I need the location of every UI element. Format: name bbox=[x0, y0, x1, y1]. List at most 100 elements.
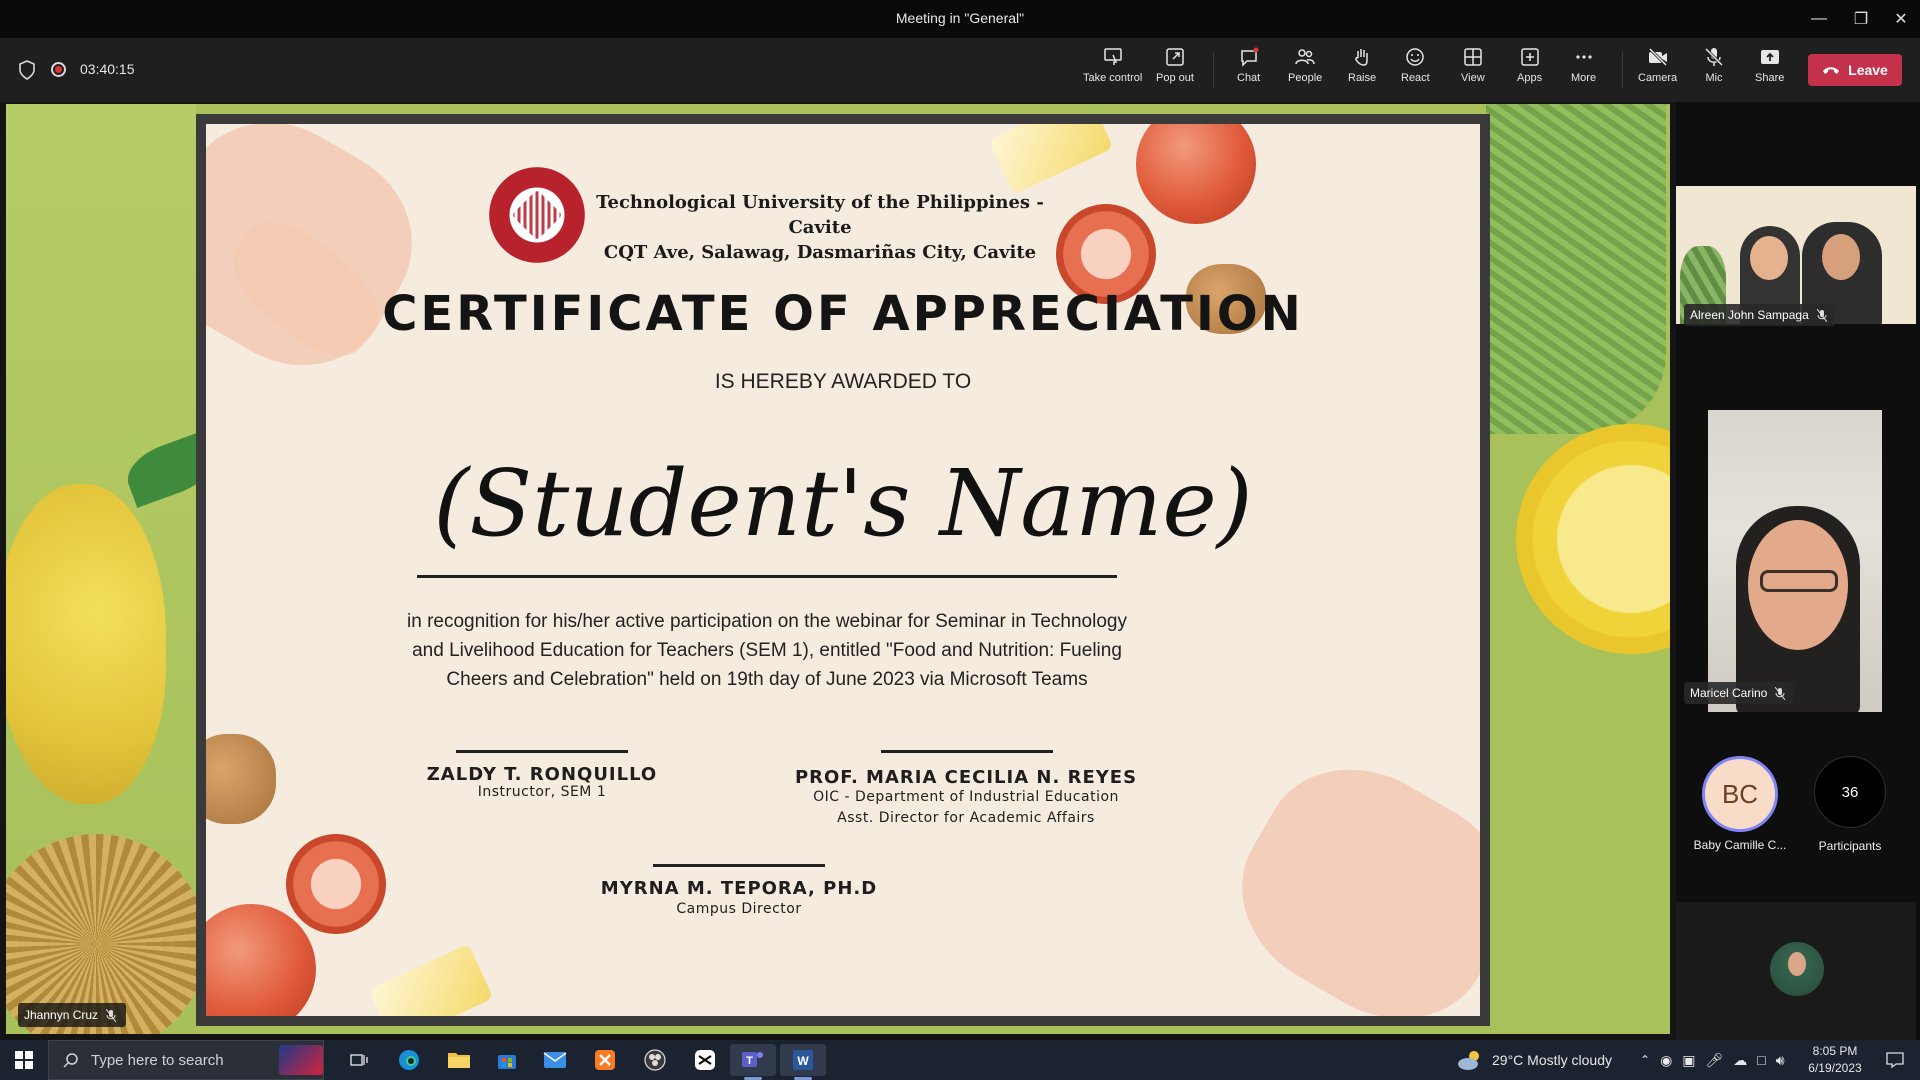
certificate-frame: Technological University of the Philippi… bbox=[196, 114, 1490, 1026]
search-highlight-icon bbox=[279, 1045, 323, 1075]
presenter-name-tag: Jhannyn Cruz bbox=[18, 1003, 127, 1027]
participant-avatar[interactable]: BC bbox=[1702, 756, 1778, 832]
cucumber-illustration bbox=[1486, 104, 1666, 434]
word-icon: W bbox=[793, 1050, 813, 1070]
signatory-role: Instructor, SEM 1 bbox=[477, 784, 607, 800]
clock-time: 8:05 PM bbox=[1812, 1044, 1858, 1058]
people-label: People bbox=[1288, 72, 1323, 84]
signatory-role: OIC - Department of Industrial Education bbox=[813, 789, 1119, 805]
phone-hangup-icon bbox=[1823, 67, 1840, 74]
taskbar-search-box[interactable]: Type here to search bbox=[48, 1040, 324, 1080]
share-button[interactable]: Share bbox=[1755, 46, 1784, 98]
chevron-up-icon[interactable]: ⌃ bbox=[1640, 1053, 1650, 1067]
pop-out-button[interactable]: Pop out bbox=[1156, 46, 1194, 98]
raise-label: Raise bbox=[1348, 72, 1377, 84]
pop-out-icon bbox=[1166, 48, 1184, 66]
edge-icon bbox=[399, 1050, 419, 1070]
share-label: Share bbox=[1755, 72, 1785, 84]
participant-video-tile[interactable] bbox=[1708, 410, 1882, 712]
recognition-line: in recognition for his/her active partic… bbox=[407, 611, 1127, 632]
microphone-icon[interactable]: 🎤︎ bbox=[1706, 1052, 1724, 1069]
volume-icon[interactable]: 🔊︎ bbox=[1776, 1052, 1785, 1069]
chat-button[interactable]: Chat bbox=[1237, 46, 1260, 98]
apps-button[interactable]: Apps bbox=[1517, 46, 1542, 98]
task-view-button[interactable] bbox=[336, 1044, 382, 1076]
onedrive-icon[interactable]: ☁ bbox=[1733, 1052, 1747, 1069]
more-button[interactable]: More bbox=[1571, 46, 1596, 98]
camera-button[interactable]: Camera bbox=[1638, 46, 1677, 98]
chat-label: Chat bbox=[1237, 72, 1261, 84]
take-control-icon bbox=[1103, 48, 1122, 65]
capcut-button[interactable] bbox=[682, 1044, 728, 1076]
mail-button[interactable] bbox=[532, 1044, 578, 1076]
react-label: React bbox=[1401, 72, 1430, 84]
name-underline bbox=[417, 575, 1117, 578]
signatory-name: MYRNA M. TEPORA, PH.D bbox=[600, 878, 878, 899]
view-icon bbox=[1464, 48, 1482, 66]
weather-cloudy-icon bbox=[1458, 1051, 1479, 1070]
record-icon[interactable]: ◉ bbox=[1660, 1052, 1672, 1069]
apps-icon bbox=[1520, 48, 1539, 66]
signature-line bbox=[456, 750, 628, 753]
cheese-illustration bbox=[988, 124, 1114, 195]
toolbar-divider bbox=[1213, 52, 1214, 88]
system-tray: ⌃ ◉ ▣ 🎤︎ ☁ □ 🔊︎ bbox=[1640, 1040, 1785, 1080]
recording-icon bbox=[51, 62, 66, 77]
store-button[interactable] bbox=[484, 1044, 530, 1076]
minimize-button[interactable]: — bbox=[1796, 0, 1842, 38]
view-button[interactable]: View bbox=[1461, 46, 1485, 98]
taskbar-clock[interactable]: 8:05 PM 6/19/2023 bbox=[1800, 1043, 1870, 1077]
participant-name-tag: Maricel Carino bbox=[1684, 682, 1794, 704]
signatory-name: PROF. MARIA CECILIA N. REYES bbox=[794, 767, 1138, 788]
camera-off-icon bbox=[1648, 47, 1667, 67]
weather-text: 29°C Mostly cloudy bbox=[1492, 1052, 1612, 1068]
participant-name-tag: Alreen John Sampaga bbox=[1684, 304, 1835, 326]
certificate: Technological University of the Philippi… bbox=[206, 124, 1480, 1016]
participants-panel: Alreen John Sampaga Maricel Carino BC Ba… bbox=[1676, 102, 1920, 1040]
edge-button[interactable] bbox=[386, 1044, 432, 1076]
leave-button[interactable]: Leave bbox=[1808, 54, 1902, 86]
view-label: View bbox=[1461, 72, 1485, 84]
meet-now-icon[interactable]: ▣ bbox=[1682, 1052, 1695, 1069]
raise-hand-button[interactable]: Raise bbox=[1348, 46, 1376, 98]
close-button[interactable]: ✕ bbox=[1878, 0, 1920, 38]
mic-label: Mic bbox=[1705, 72, 1723, 84]
notifications-button[interactable] bbox=[1872, 1044, 1918, 1076]
folder-icon bbox=[448, 1053, 470, 1068]
file-explorer-button[interactable] bbox=[436, 1044, 482, 1076]
participant-count-button[interactable]: 36 bbox=[1814, 756, 1886, 828]
network-icon[interactable]: □ bbox=[1757, 1052, 1765, 1068]
recognition-line: Cheers and Celebration" held on 19th day… bbox=[446, 669, 1088, 690]
signature-line bbox=[653, 864, 825, 867]
more-icon bbox=[1575, 55, 1592, 59]
word-button[interactable]: W bbox=[780, 1044, 826, 1080]
task-view-icon bbox=[350, 1054, 368, 1066]
clock-date: 6/19/2023 bbox=[1808, 1061, 1862, 1075]
mic-off-icon bbox=[1775, 686, 1786, 700]
capcut-icon bbox=[695, 1050, 715, 1070]
start-button[interactable] bbox=[0, 1040, 48, 1080]
search-icon bbox=[63, 1053, 78, 1068]
participant-name: Baby Camille C... bbox=[1693, 838, 1787, 852]
mic-button[interactable]: Mic bbox=[1703, 46, 1725, 98]
take-control-button[interactable]: Take control bbox=[1083, 46, 1142, 98]
self-view-tile[interactable] bbox=[1676, 902, 1916, 1040]
people-button[interactable]: People bbox=[1288, 46, 1322, 98]
tomato-slice-illustration bbox=[286, 834, 386, 934]
signature-line bbox=[881, 750, 1053, 753]
obs-button[interactable] bbox=[632, 1044, 678, 1076]
shield-icon bbox=[19, 60, 35, 80]
weather-widget[interactable]: 29°C Mostly cloudy bbox=[1456, 1040, 1612, 1080]
cheese-illustration bbox=[368, 943, 494, 1016]
chat-icon bbox=[1240, 47, 1259, 67]
xampp-button[interactable] bbox=[582, 1044, 628, 1076]
react-button[interactable]: React bbox=[1401, 46, 1430, 98]
shared-screen-stage: Technological University of the Philippi… bbox=[0, 102, 1676, 1040]
self-avatar bbox=[1770, 942, 1824, 996]
meeting-timer: 03:40:15 bbox=[80, 61, 135, 77]
participant-name: Maricel Carino bbox=[1690, 686, 1768, 700]
svg-text:T: T bbox=[746, 1055, 753, 1067]
certificate-title: CERTIFICATE OF APPRECIATION bbox=[382, 286, 1304, 342]
teams-button[interactable]: T bbox=[730, 1044, 776, 1080]
participants-label: Participants bbox=[1818, 839, 1882, 853]
